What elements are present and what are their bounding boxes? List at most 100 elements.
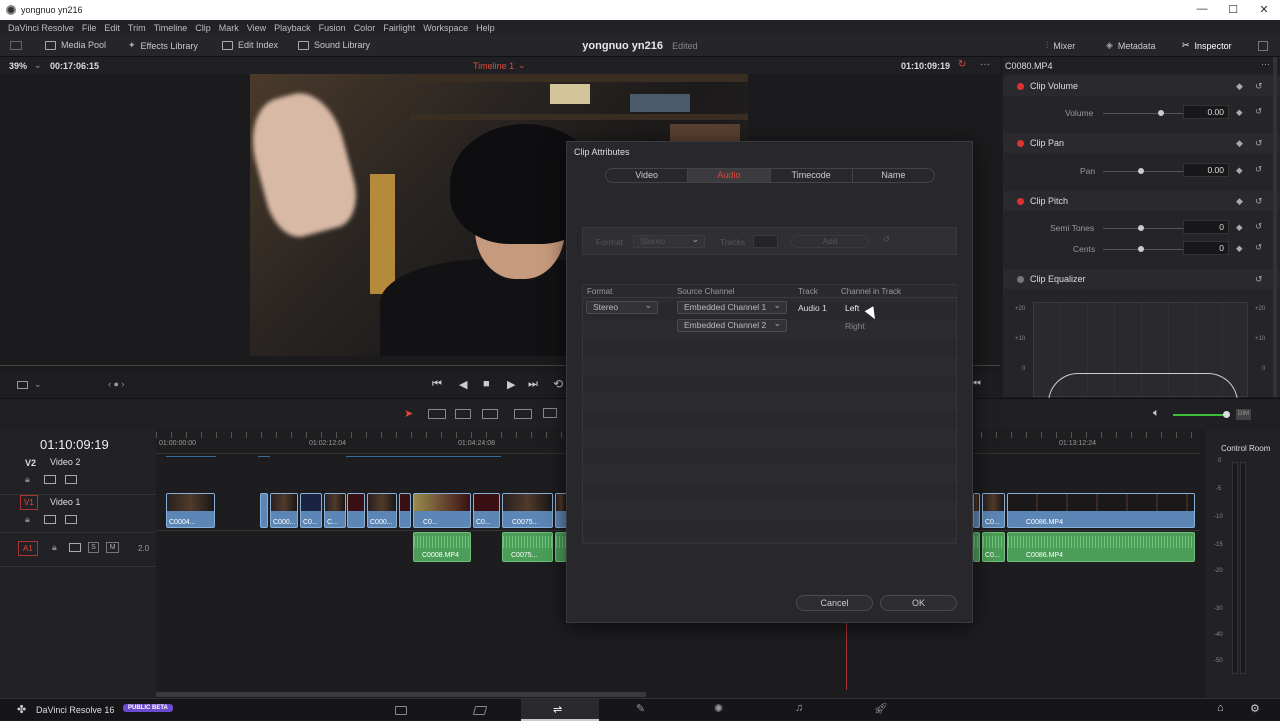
video-clip[interactable]: C000...	[367, 493, 397, 528]
menu-edit[interactable]: Edit	[104, 23, 120, 33]
tab-video[interactable]: Video	[606, 169, 689, 182]
fairlight-page-icon[interactable]: ♫	[795, 702, 803, 714]
channel-in-track[interactable]: Right	[845, 321, 865, 331]
go-to-end-icon[interactable]: ⏭	[528, 378, 538, 391]
video-clip[interactable]	[347, 493, 365, 528]
enable-icon[interactable]	[1017, 197, 1024, 205]
loop-playback-icon[interactable]: ⟲	[553, 377, 563, 391]
video-clip[interactable]: C0004...	[166, 493, 215, 528]
ok-button[interactable]: OK	[880, 595, 957, 611]
slider-knob[interactable]	[1138, 246, 1144, 252]
format-dropdown[interactable]: Stereo	[586, 300, 658, 314]
reset-icon[interactable]: ↺	[1255, 242, 1262, 253]
keyframe-icon[interactable]: ◆	[1236, 81, 1243, 92]
audio-clip[interactable]: C0...	[982, 532, 1005, 562]
menu-workspace[interactable]: Workspace	[423, 23, 468, 33]
video-clip[interactable]	[973, 493, 980, 528]
reset-icon[interactable]: ↺	[1255, 164, 1262, 175]
timeline-name[interactable]: Timeline 1	[473, 61, 514, 71]
inspector-scrollbar[interactable]	[1273, 57, 1277, 397]
enable-icon[interactable]	[1017, 275, 1024, 283]
reset-icon[interactable]: ↺	[1255, 221, 1262, 232]
play-icon[interactable]: ▶	[507, 378, 515, 391]
reset-icon[interactable]: ↺	[1255, 138, 1263, 149]
video-clip[interactable]: C0075...	[502, 493, 553, 528]
audio-clip[interactable]: C0075...	[502, 532, 553, 562]
video-clip[interactable]: C0...	[300, 493, 322, 528]
maximize-icon[interactable]: ☐	[1223, 3, 1243, 16]
close-icon[interactable]: ✕	[1254, 3, 1274, 16]
mixer-button[interactable]: ⫶ Mixer	[1046, 40, 1075, 51]
keyframe-icon[interactable]: ◆	[1236, 222, 1243, 233]
inspector-button[interactable]: ✂ Inspector	[1182, 40, 1232, 51]
chevron-down-icon[interactable]: ⌄	[34, 60, 42, 71]
cents-slider[interactable]	[1103, 246, 1183, 252]
video-clip[interactable]	[260, 493, 268, 528]
more-options-icon[interactable]: ···	[980, 59, 990, 70]
cut-page-icon[interactable]	[472, 706, 488, 715]
menu-help[interactable]: Help	[476, 23, 495, 33]
pan-value[interactable]: 0.00	[1183, 163, 1229, 177]
loop-icon[interactable]: ↻	[958, 59, 966, 70]
tab-timecode[interactable]: Timecode	[771, 169, 853, 182]
video-clip[interactable]: C0...	[982, 493, 1005, 528]
timeline-dropdown-icon[interactable]: ⌄	[518, 60, 526, 71]
trim-tool-icon[interactable]	[428, 409, 446, 419]
slider-knob[interactable]	[1138, 225, 1144, 231]
enable-icon[interactable]	[1017, 82, 1024, 90]
menu-playback[interactable]: Playback	[274, 23, 311, 33]
slider-knob[interactable]	[1158, 110, 1164, 116]
master-volume-slider[interactable]	[1173, 411, 1230, 418]
tab-audio[interactable]: Audio	[688, 169, 771, 182]
clip-equalizer-section[interactable]: Clip Equalizer ↺	[1003, 269, 1280, 289]
fusion-page-icon[interactable]: ✎	[636, 702, 645, 715]
media-page-icon[interactable]	[395, 706, 407, 715]
reset-icon[interactable]: ↺	[1255, 274, 1263, 285]
channel-in-track[interactable]: Left	[845, 303, 859, 313]
selection-tool-icon[interactable]: ➤	[404, 407, 413, 420]
slider-knob[interactable]	[1138, 168, 1144, 174]
solo-icon[interactable]: S	[88, 542, 99, 553]
source-channel-dropdown[interactable]: Embedded Channel 1	[677, 300, 787, 314]
auto-select-icon[interactable]	[44, 475, 56, 484]
slider-knob[interactable]	[1223, 411, 1230, 418]
clip-pan-section[interactable]: Clip Pan ◆ ↺	[1003, 133, 1280, 153]
zoom-level[interactable]: 39%	[9, 61, 27, 71]
lock-icon[interactable]: 🔒︎	[25, 514, 30, 525]
cents-value[interactable]: 0	[1183, 241, 1229, 255]
keyframe-icon[interactable]: ◆	[1236, 138, 1243, 149]
expand-icon[interactable]	[1258, 41, 1268, 51]
edit-page-tab[interactable]: ⇌	[521, 699, 599, 721]
audio-clip[interactable]: C0086.MP4	[1007, 532, 1195, 562]
video-clip[interactable]: C000...	[270, 493, 298, 528]
track-name[interactable]: Video 2	[50, 457, 80, 467]
lock-icon[interactable]: 🔒︎	[52, 542, 57, 553]
semitones-slider[interactable]	[1103, 225, 1183, 231]
clip-volume-section[interactable]: Clip Volume ◆ ↺	[1003, 76, 1280, 96]
equalizer-graph[interactable]	[1033, 302, 1248, 413]
chevron-down-icon[interactable]: ⌄	[34, 379, 42, 390]
lock-icon[interactable]: 🔒︎	[25, 474, 30, 485]
track-enable-icon[interactable]	[65, 515, 77, 524]
keyframe-icon[interactable]: ◆	[1236, 243, 1243, 254]
keyframe-icon[interactable]: ◆	[1236, 196, 1243, 207]
minimize-icon[interactable]: —	[1192, 3, 1212, 15]
go-to-start-icon[interactable]: ⏮	[432, 378, 442, 391]
semitones-value[interactable]: 0	[1183, 220, 1229, 234]
audio-clip[interactable]: C0008.MP4	[413, 532, 471, 562]
enable-icon[interactable]	[1017, 139, 1024, 147]
video-clip[interactable]	[399, 493, 411, 528]
track-name[interactable]: Video 1	[50, 497, 80, 507]
track-id[interactable]: A1	[18, 541, 38, 556]
keyframe-icon[interactable]: ◆	[1236, 165, 1243, 176]
volume-slider[interactable]	[1103, 110, 1183, 116]
inspector-more-icon[interactable]: ···	[1261, 59, 1270, 69]
video-clip[interactable]: C0...	[413, 493, 471, 528]
reset-icon[interactable]: ↺	[1255, 81, 1263, 92]
menu-file[interactable]: File	[82, 23, 97, 33]
speaker-icon[interactable]: 🔈︎	[1153, 407, 1160, 420]
reset-icon[interactable]: ↺	[1255, 196, 1263, 207]
playhead[interactable]	[846, 620, 847, 690]
home-icon[interactable]: ⌂	[1217, 702, 1224, 714]
volume-value[interactable]: 0.00	[1183, 105, 1229, 119]
